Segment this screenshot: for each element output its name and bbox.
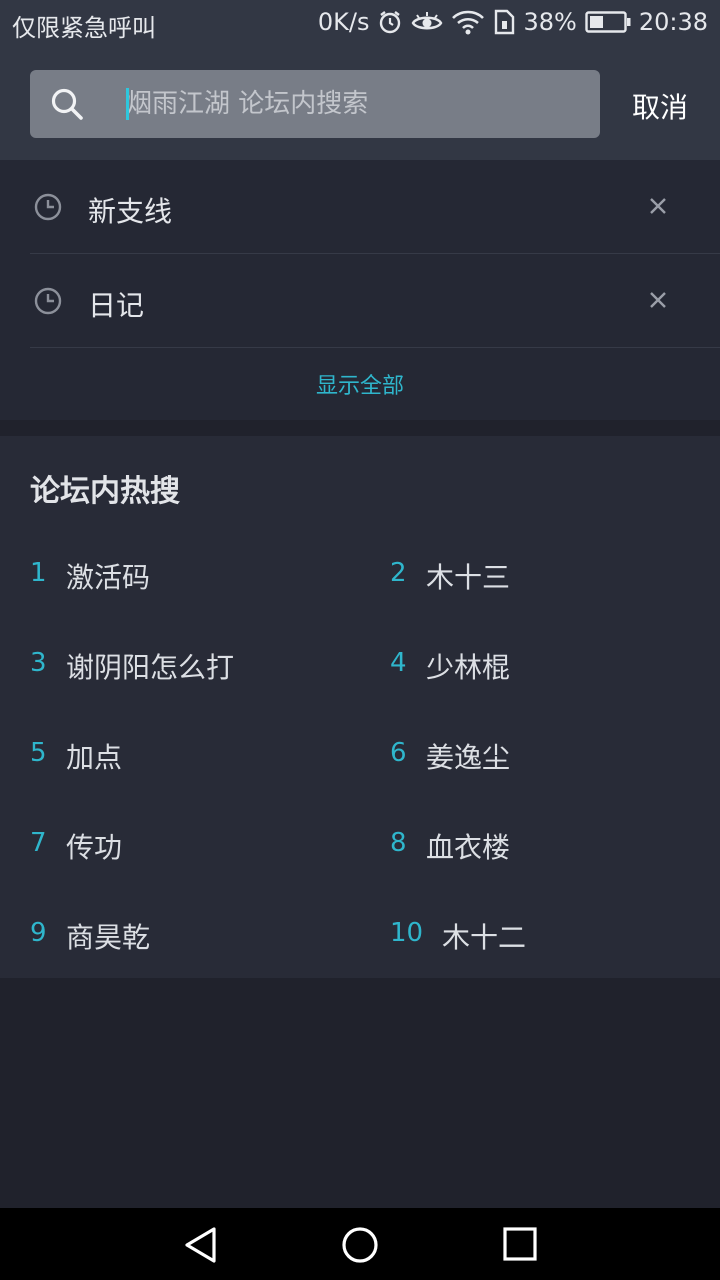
hot-rank: 3 (30, 648, 47, 678)
sim-icon (493, 9, 515, 35)
search-header: 取消 (0, 50, 720, 160)
net-speed: 0K/s (317, 8, 370, 36)
hot-search-item[interactable]: 6 姜逸尘 (390, 738, 720, 798)
search-history: 新支线 日记 显示全部 (0, 160, 720, 420)
hot-search-item[interactable]: 5 加点 (30, 738, 360, 798)
hot-search-item[interactable]: 2 木十三 (390, 558, 720, 618)
battery-icon (585, 10, 631, 34)
hot-search-item[interactable]: 3 谢阴阳怎么打 (30, 648, 360, 708)
search-input[interactable] (126, 70, 586, 138)
battery-percent: 38% (523, 8, 577, 36)
eye-icon (411, 9, 443, 35)
clock-icon (34, 287, 62, 319)
recent-square-icon[interactable] (502, 1226, 538, 1266)
hot-term: 商昊乾 (66, 921, 151, 954)
hot-term: 木十二 (442, 921, 527, 954)
hot-rank: 2 (390, 558, 407, 588)
search-icon (50, 87, 84, 125)
hot-rank: 8 (390, 828, 407, 858)
hot-search-item[interactable]: 8 血衣楼 (390, 828, 720, 888)
hot-term: 少林棍 (426, 651, 511, 684)
home-circle-icon[interactable] (341, 1226, 379, 1268)
hot-search-item[interactable]: 9 商昊乾 (30, 918, 360, 978)
hot-term: 激活码 (66, 561, 151, 594)
hot-term: 血衣楼 (426, 831, 511, 864)
back-triangle-icon[interactable] (182, 1226, 220, 1268)
history-item[interactable]: 新支线 (30, 160, 720, 254)
hot-search-item[interactable]: 10 木十二 (390, 918, 720, 978)
clock-icon (34, 193, 62, 225)
close-icon[interactable] (646, 194, 670, 222)
status-bar: 仅限紧急呼叫 0K/s 38% 20:38 (0, 0, 720, 50)
hot-term: 姜逸尘 (426, 741, 511, 774)
clock-time: 20:38 (638, 8, 708, 36)
alarm-icon (377, 9, 403, 35)
hot-term: 传功 (66, 831, 123, 864)
history-item-label: 新支线 (88, 195, 173, 228)
status-icons: 0K/s 38% 20:38 (318, 8, 708, 36)
hot-rank: 9 (30, 918, 47, 948)
hot-search-item[interactable]: 1 激活码 (30, 558, 360, 618)
wifi-icon (451, 9, 485, 35)
hot-rank: 4 (390, 648, 407, 678)
search-box[interactable] (30, 70, 600, 138)
hot-rank: 6 (390, 738, 407, 768)
hot-rank: 1 (30, 558, 47, 588)
history-item[interactable]: 日记 (30, 254, 720, 348)
navigation-bar (0, 1208, 720, 1280)
carrier-text: 仅限紧急呼叫 (12, 14, 156, 42)
hot-search-item[interactable]: 7 传功 (30, 828, 360, 888)
hot-rank: 10 (390, 918, 424, 948)
hot-search-title: 论坛内热搜 (30, 474, 180, 509)
history-item-label: 日记 (88, 289, 145, 322)
show-all-link[interactable]: 显示全部 (0, 368, 720, 400)
hot-rank: 7 (30, 828, 47, 858)
cancel-button[interactable]: 取消 (632, 86, 688, 126)
text-cursor (126, 88, 129, 120)
hot-rank: 5 (30, 738, 47, 768)
hot-term: 加点 (66, 741, 123, 774)
close-icon[interactable] (646, 288, 670, 316)
hot-search-item[interactable]: 4 少林棍 (390, 648, 720, 708)
hot-term: 谢阴阳怎么打 (66, 651, 235, 684)
hot-search-section: 论坛内热搜 1 激活码 2 木十三 3 谢阴阳怎么打 4 少林棍 5 加点 6 … (0, 436, 720, 978)
hot-term: 木十三 (426, 561, 511, 594)
